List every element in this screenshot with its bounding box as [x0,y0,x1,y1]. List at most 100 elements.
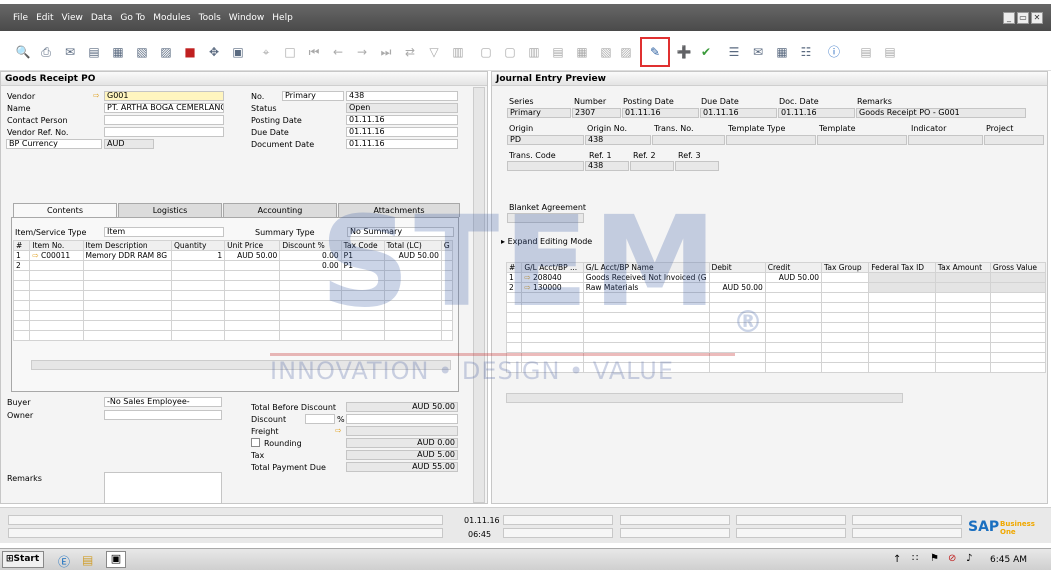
lock-icon[interactable]: ▣ [230,44,246,60]
col-federal-tax[interactable]: Federal Tax ID [868,262,936,273]
table-row[interactable] [12,280,454,291]
posting-date-field[interactable]: 01.11.16 [346,115,458,125]
sort-icon[interactable]: ▥ [450,44,466,60]
table-row[interactable] [12,330,454,341]
col-unit-price[interactable]: Unit Price [224,240,281,251]
tray-expand-icon[interactable]: ↑ [893,554,901,565]
table-row[interactable]: 2 ⇨ 130000 Raw Materials AUD 50.00 [505,282,1047,293]
col-total[interactable]: Total (LC) [383,240,442,251]
table-row[interactable] [505,332,1047,343]
checklist-icon[interactable]: ☰ [726,44,742,60]
owner-field[interactable] [104,410,222,420]
horizontal-scrollbar[interactable] [506,393,903,403]
org-chart-icon[interactable]: ☷ [798,44,814,60]
last-record-icon[interactable]: ⏭ [378,44,394,60]
batch-icon[interactable]: ▨ [618,44,634,60]
sms-icon[interactable]: ▤ [86,44,102,60]
menu-modules[interactable]: Modules [153,13,190,23]
table-row[interactable]: 1 ⇨ 208040 Goods Received Not Invoiced (… [505,272,1047,283]
table-row[interactable] [12,290,454,301]
table-row[interactable] [505,322,1047,333]
add-icon[interactable]: □ [282,44,298,60]
close-button[interactable]: ✕ [1031,12,1043,24]
doc-no-field[interactable]: 438 [346,91,458,101]
preview-icon[interactable]: 🔍 [15,44,31,60]
buyer-select[interactable]: -No Sales Employee- [104,397,222,407]
table-row[interactable] [505,312,1047,323]
sap-app-icon[interactable]: ▣ [106,551,126,568]
rounding-checkbox[interactable] [251,438,260,447]
vendor-field[interactable]: G001 [104,91,224,101]
name-field[interactable]: PT. ARTHA BOGA CEMERLANG [104,103,224,113]
link-arrow-icon[interactable]: ⇨ [524,284,530,292]
menu-view[interactable]: View [62,13,83,23]
table-row[interactable] [12,270,454,281]
col-debit[interactable]: Debit [708,262,766,273]
col-gross-value[interactable]: Gross Value [989,262,1047,273]
menu-goto[interactable]: Go To [120,13,145,23]
word-icon[interactable]: ▨ [158,44,174,60]
find-icon[interactable]: ⌖ [258,44,274,60]
table-row[interactable] [12,300,454,311]
tray-speaker-icon[interactable]: ♪ [966,553,972,564]
transaction-icon[interactable]: ▧ [598,44,614,60]
col-tax-group[interactable]: Tax Group [821,262,870,273]
tray-alert-icon[interactable]: ⊘ [948,553,956,564]
next-record-icon[interactable]: → [354,44,370,60]
col-tax-code[interactable]: Tax Code [340,240,385,251]
tray-action-icon[interactable]: ⚑ [930,553,939,564]
remarks-field[interactable] [104,472,222,504]
settings-icon[interactable]: ▤ [858,44,874,60]
minimize-button[interactable]: _ [1003,12,1015,24]
menu-edit[interactable]: Edit [36,13,53,23]
base-document-icon[interactable]: ▢ [478,44,494,60]
col-description[interactable]: Item Description [82,240,172,251]
table-row[interactable]: 1 ⇨ C00011 Memory DDR RAM 8G 1 AUD 50.00… [12,250,454,261]
menu-tools[interactable]: Tools [199,13,221,23]
drag-relate-icon[interactable]: ▦ [774,44,790,60]
expand-editing-toggle[interactable]: ▸ Expand Editing Mode [501,237,592,246]
email-icon[interactable]: ✉ [62,44,78,60]
previous-record-icon[interactable]: ← [330,44,346,60]
link-arrow-icon[interactable]: ⇨ [32,252,38,260]
col-gl-acct[interactable]: G/L Acct/BP ... [521,262,584,273]
tab-logistics[interactable]: Logistics [118,203,222,217]
col-num[interactable]: # [505,262,523,273]
browser-icon[interactable]: Ⓔ [58,553,70,570]
col-discount[interactable]: Discount % [279,240,342,251]
clock[interactable]: 6:45 AM [990,555,1027,565]
summary-type-select[interactable]: No Summary [347,227,454,237]
menu-file[interactable]: File [13,13,28,23]
print-icon[interactable]: ⎙ [38,44,54,60]
menu-help[interactable]: Help [272,13,293,23]
discount-pct-field[interactable] [305,414,335,424]
col-g[interactable]: G [440,240,454,251]
tab-contents[interactable]: Contents [13,203,117,217]
pdf-icon[interactable]: ■ [182,44,198,60]
tray-network-icon[interactable]: ∷ [912,553,918,564]
table-row[interactable] [505,362,1047,373]
link-arrow-icon[interactable]: ⇨ [335,426,342,435]
restore-button[interactable]: ▭ [1017,12,1029,24]
refresh-icon[interactable]: ⇄ [402,44,418,60]
col-credit[interactable]: Credit [764,262,823,273]
col-num[interactable]: # [12,240,31,251]
help-icon[interactable]: ⓘ [826,44,842,60]
table-row[interactable] [12,320,454,331]
due-date-field[interactable]: 01.11.16 [346,127,458,137]
link-arrow-icon[interactable]: ⇨ [93,91,100,100]
first-record-icon[interactable]: ⏮ [306,44,322,60]
contact-field[interactable] [104,115,224,125]
new-document-icon[interactable]: ➕ [676,44,692,60]
series-select[interactable]: Primary [282,91,344,101]
currency-select[interactable]: BP Currency [6,139,102,149]
edit-document-icon[interactable]: ✔ [698,44,714,60]
table-row[interactable] [505,292,1047,303]
tab-accounting[interactable]: Accounting [223,203,337,217]
volume-weight-icon[interactable]: ▦ [574,44,590,60]
vendor-ref-field[interactable] [104,127,224,137]
table-row[interactable] [505,342,1047,353]
menu-data[interactable]: Data [91,13,113,23]
launch-icon[interactable]: ✥ [206,44,222,60]
fax-icon[interactable]: ▦ [110,44,126,60]
